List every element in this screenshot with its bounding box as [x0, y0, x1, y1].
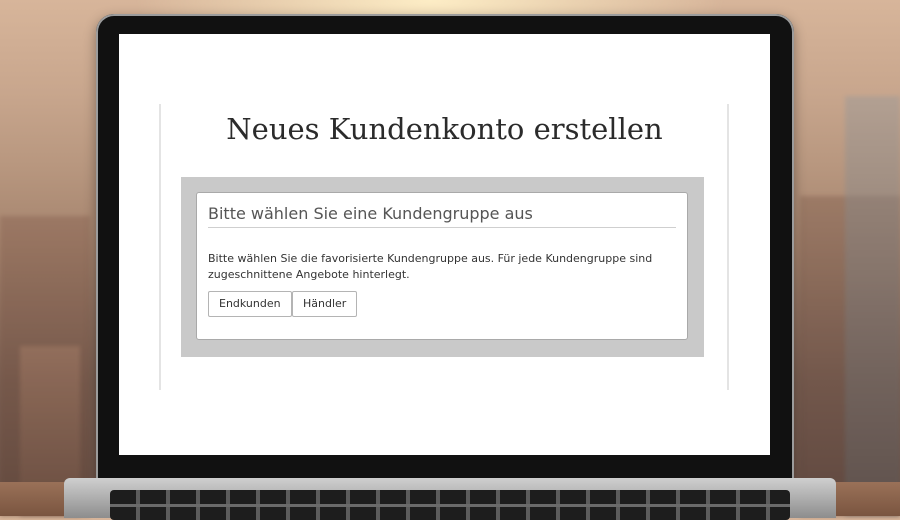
- end-customer-button[interactable]: Endkunden: [208, 291, 292, 317]
- page-title: Neues Kundenkonto erstellen: [226, 112, 663, 146]
- background-city-building: [845, 96, 900, 516]
- keyboard-row-divider: [110, 504, 790, 507]
- dealer-button[interactable]: Händler: [292, 291, 358, 317]
- heading-divider: [208, 227, 676, 228]
- customer-group-panel: Bitte wählen Sie eine Kundengruppe aus B…: [181, 177, 704, 357]
- laptop-screen: Neues Kundenkonto erstellen Bitte wählen…: [119, 34, 770, 455]
- customer-group-card: Bitte wählen Sie eine Kundengruppe aus B…: [196, 192, 688, 340]
- customer-group-heading: Bitte wählen Sie eine Kundengruppe aus: [208, 204, 533, 223]
- customer-group-description: Bitte wählen Sie die favorisierte Kunden…: [208, 252, 653, 281]
